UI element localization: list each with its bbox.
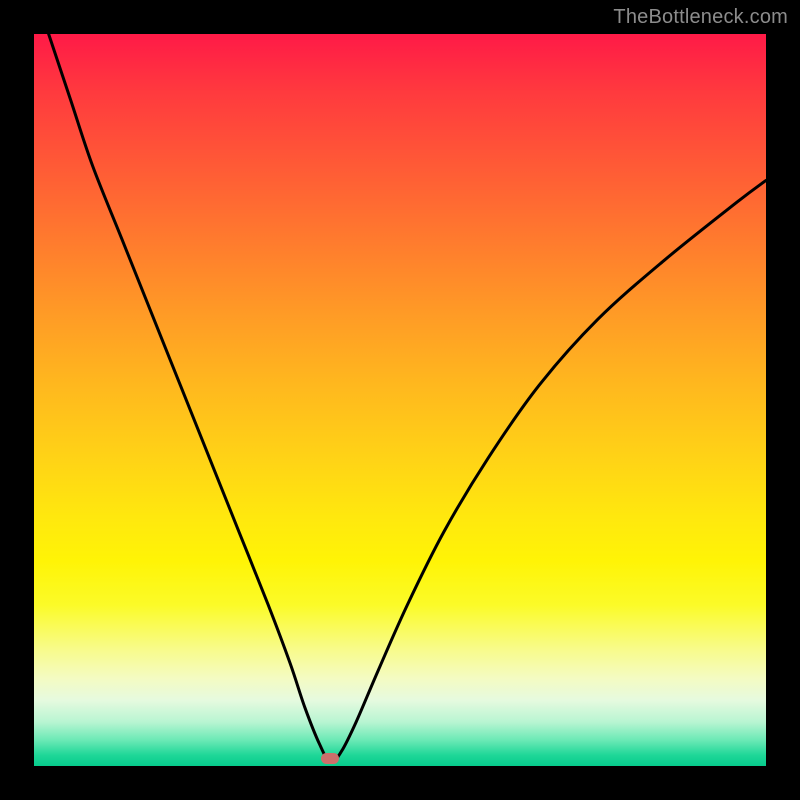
watermark-text: TheBottleneck.com <box>613 6 788 29</box>
plot-area <box>34 34 766 766</box>
bottleneck-curve <box>49 34 766 763</box>
curve-svg <box>34 34 766 766</box>
optimum-marker <box>321 753 339 764</box>
chart-frame: TheBottleneck.com <box>0 0 800 800</box>
